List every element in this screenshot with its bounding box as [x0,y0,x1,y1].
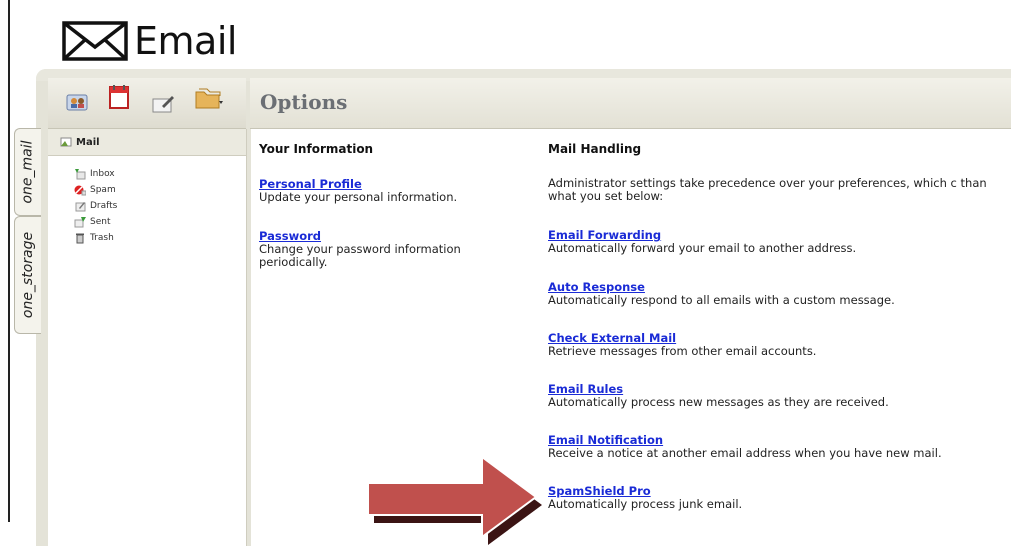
option-description: Automatically process new messages as th… [548,395,889,409]
your-information-heading: Your Information [259,142,374,156]
sidebar-item-drafts[interactable]: Drafts [48,198,246,214]
sidebar-title: Mail [76,136,100,148]
calendar-icon[interactable] [108,84,130,110]
option-description: Automatically forward your email to anot… [548,241,857,255]
left-border-line [8,0,10,522]
sidebar-item-sent[interactable]: Sent [48,214,246,230]
vertical-tabs: one_mail one_storage [14,128,42,338]
option-email-notification: Email Notification Receive a notice at a… [548,434,1008,460]
inbox-icon [75,169,86,180]
option-description: Automatically respond to all emails with… [548,293,895,307]
option-description: Automatically process junk email. [548,497,743,511]
brand-header: Email [62,16,237,66]
tab-one-mail-label: one_mail [20,140,36,204]
option-description: Retrieve messages from other email accou… [548,344,817,358]
envelope-icon [62,21,128,61]
trash-icon [76,233,84,244]
tab-one-mail[interactable]: one_mail [14,128,41,216]
mail-handling-intro: Administrator settings take precedence o… [548,176,987,203]
tab-one-storage-label: one_storage [20,231,36,319]
contacts-icon[interactable] [66,92,88,112]
option-password: Password Change your password informatio… [259,230,509,269]
drafts-icon [75,202,86,212]
toolbar [48,78,246,129]
sent-icon [74,217,86,228]
option-auto-response: Auto Response Automatically respond to a… [548,281,1008,307]
spam-icon [74,185,86,196]
option-description: Change your password information periodi… [259,242,461,269]
options-header: Options [250,78,1011,129]
sidebar-item-inbox[interactable]: Inbox [48,166,246,182]
sidebar-item-trash[interactable]: Trash [48,230,246,246]
brand-title: Email [134,19,237,63]
page-title: Options [260,90,348,114]
option-description: Update your personal information. [259,190,458,204]
mail-folder-icon [60,137,72,147]
sidebar-header[interactable]: Mail [48,129,246,156]
pointer-arrow-icon [368,455,542,545]
option-email-rules: Email Rules Automatically process new me… [548,383,1008,409]
folder-menu-icon[interactable] [194,86,224,110]
mail-handling-heading: Mail Handling [548,142,642,156]
option-check-external-mail: Check External Mail Retrieve messages fr… [548,332,1008,358]
sidebar-item-label: Spam [90,185,116,195]
sidebar-item-label: Trash [90,233,114,243]
option-spamshield-pro: SpamShield Pro Automatically process jun… [548,485,1008,511]
option-email-forwarding: Email Forwarding Automatically forward y… [548,229,1008,255]
sidebar-item-label: Drafts [90,201,118,211]
option-personal-profile: Personal Profile Update your personal in… [259,178,509,204]
sidebar-item-spam[interactable]: Spam [48,182,246,198]
compose-icon[interactable] [152,94,174,114]
options-content: Your Information Personal Profile Update… [251,129,1011,546]
tab-one-storage[interactable]: one_storage [14,216,41,334]
option-description: Receive a notice at another email addres… [548,446,942,460]
sidebar-item-label: Sent [90,217,111,227]
sidebar-item-label: Inbox [90,169,115,179]
sidebar: Mail Inbox Spam Drafts Sent Trash [48,129,247,546]
